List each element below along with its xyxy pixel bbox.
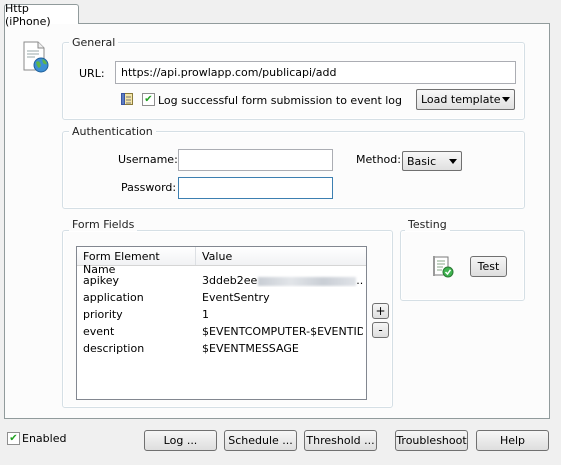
row-name: application [83,291,144,304]
column-header-name[interactable]: Form Element Name [77,247,196,276]
table-row[interactable]: apikey 3ddeb2ee... [77,272,366,289]
test-button[interactable]: Test [470,256,507,277]
table-row[interactable]: event $EVENTCOMPUTER-$EVENTID... [77,323,366,340]
row-value: 3ddeb2ee... [196,274,363,287]
event-log-icon [120,92,134,106]
row-name: priority [83,308,123,321]
troubleshoot-button[interactable]: Troubleshoot [395,430,468,451]
list-header: Form Element Name Value [77,247,366,276]
method-value: Basic [407,154,437,168]
password-input[interactable] [178,177,333,199]
log-submission-checkbox[interactable]: ✔ [142,93,155,106]
form-fields-list[interactable]: Form Element Name Value apikey 3ddeb2ee.… [76,246,367,400]
url-label: URL: [79,67,105,80]
log-submission-label: Log successful form submission to event … [158,94,403,107]
enabled-checkbox[interactable]: ✔ [7,432,20,445]
schedule-button[interactable]: Schedule ... [224,430,297,451]
column-header-value[interactable]: Value [196,247,363,265]
form-fields-group-label: Form Fields [69,218,138,231]
threshold-button[interactable]: Threshold ... [304,430,377,451]
password-label: Password: [121,181,177,194]
table-row[interactable]: application EventSentry [77,289,366,306]
row-value: $EVENTCOMPUTER-$EVENTID... [202,325,363,338]
chevron-down-icon [502,97,510,102]
general-group-label: General [69,36,119,49]
row-value-visible: 3ddeb2ee [202,274,258,287]
username-label: Username: [118,153,178,166]
masked-value [258,276,357,286]
row-value-suffix: ... [356,274,363,287]
tab-http-iphone[interactable]: Http (iPhone) [4,2,79,28]
table-row[interactable]: priority 1 [77,306,366,323]
web-page-globe-icon [21,41,49,73]
help-button[interactable]: Help [476,430,549,451]
test-checklist-icon [431,254,455,278]
row-name: event [83,325,115,338]
row-name: apikey [83,274,120,287]
chevron-down-icon [449,158,457,164]
row-value: 1 [202,308,209,321]
authentication-group-label: Authentication [69,125,156,138]
remove-field-button[interactable]: - [372,322,389,338]
username-input[interactable] [178,149,333,171]
log-button[interactable]: Log ... [144,430,217,451]
method-label: Method: [356,153,401,166]
load-template-label: Load template [421,93,501,106]
table-row[interactable]: description $EVENTMESSAGE [77,340,366,357]
row-value: EventSentry [202,291,270,304]
url-input[interactable]: https://api.prowlapp.com/publicapi/add [115,61,516,84]
row-name: description [83,342,145,355]
add-field-button[interactable]: + [372,303,389,319]
tab-label: Http (iPhone) [5,1,51,28]
row-value: $EVENTMESSAGE [202,342,299,355]
enabled-label: Enabled [22,432,67,445]
testing-group-label: Testing [405,218,450,231]
load-template-dropdown[interactable]: Load template [416,89,515,110]
method-dropdown[interactable]: Basic [402,151,462,171]
url-value: https://api.prowlapp.com/publicapi/add [121,66,337,79]
